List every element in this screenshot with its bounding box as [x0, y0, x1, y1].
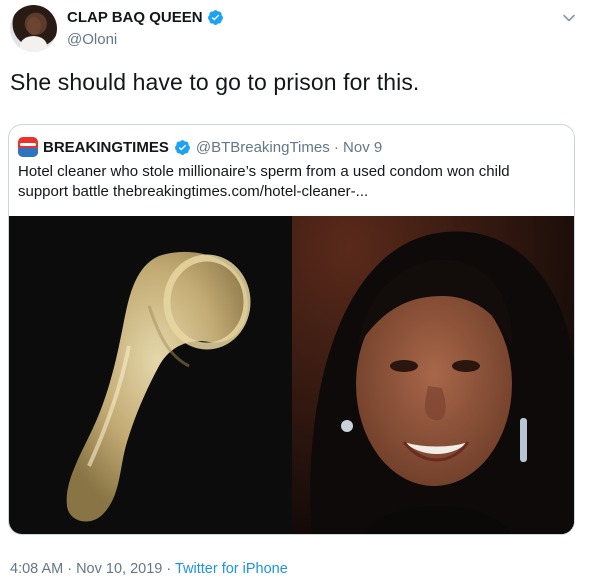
media-image-right[interactable] — [292, 216, 574, 534]
verified-badge-icon — [207, 10, 223, 25]
quoted-media[interactable] — [9, 216, 574, 534]
avatar-face — [27, 17, 41, 35]
verified-badge-icon — [174, 139, 190, 155]
author-display-name[interactable]: CLAP BAQ QUEEN — [67, 9, 203, 26]
tweet: CLAP BAQ QUEEN @Oloni She should have to… — [0, 0, 591, 582]
avatar-shoulder — [20, 36, 47, 52]
quoted-display-name: BREAKINGTIMES — [43, 138, 169, 156]
media-image-left[interactable] — [9, 216, 292, 534]
tweet-text: She should have to go to prison for this… — [10, 69, 420, 95]
tweet-client[interactable]: Twitter for iPhone — [175, 561, 288, 577]
quoted-tweet-card[interactable]: BREAKINGTIMES @BTBreakingTimes · Nov 9 H… — [8, 124, 575, 535]
tweet-footer: 4:08 AM · Nov 10, 2019 · Twitter for iPh… — [10, 561, 288, 577]
condom-image — [66, 251, 251, 522]
portrait-image — [292, 216, 574, 534]
quoted-text: Hotel cleaner who stole millionaire’s sp… — [18, 163, 510, 200]
quoted-header: BREAKINGTIMES @BTBreakingTimes · Nov 9 — [18, 137, 382, 157]
author-handle[interactable]: @Oloni — [67, 31, 117, 48]
tweet-timestamp[interactable]: 4:08 AM · Nov 10, 2019 · — [10, 561, 175, 577]
quoted-handle-date: @BTBreakingTimes · Nov 9 — [195, 138, 383, 156]
author-name-row[interactable]: CLAP BAQ QUEEN — [67, 9, 224, 26]
chevron-down-icon[interactable] — [561, 10, 577, 26]
avatar[interactable] — [10, 5, 57, 52]
quoted-avatar — [18, 137, 38, 157]
